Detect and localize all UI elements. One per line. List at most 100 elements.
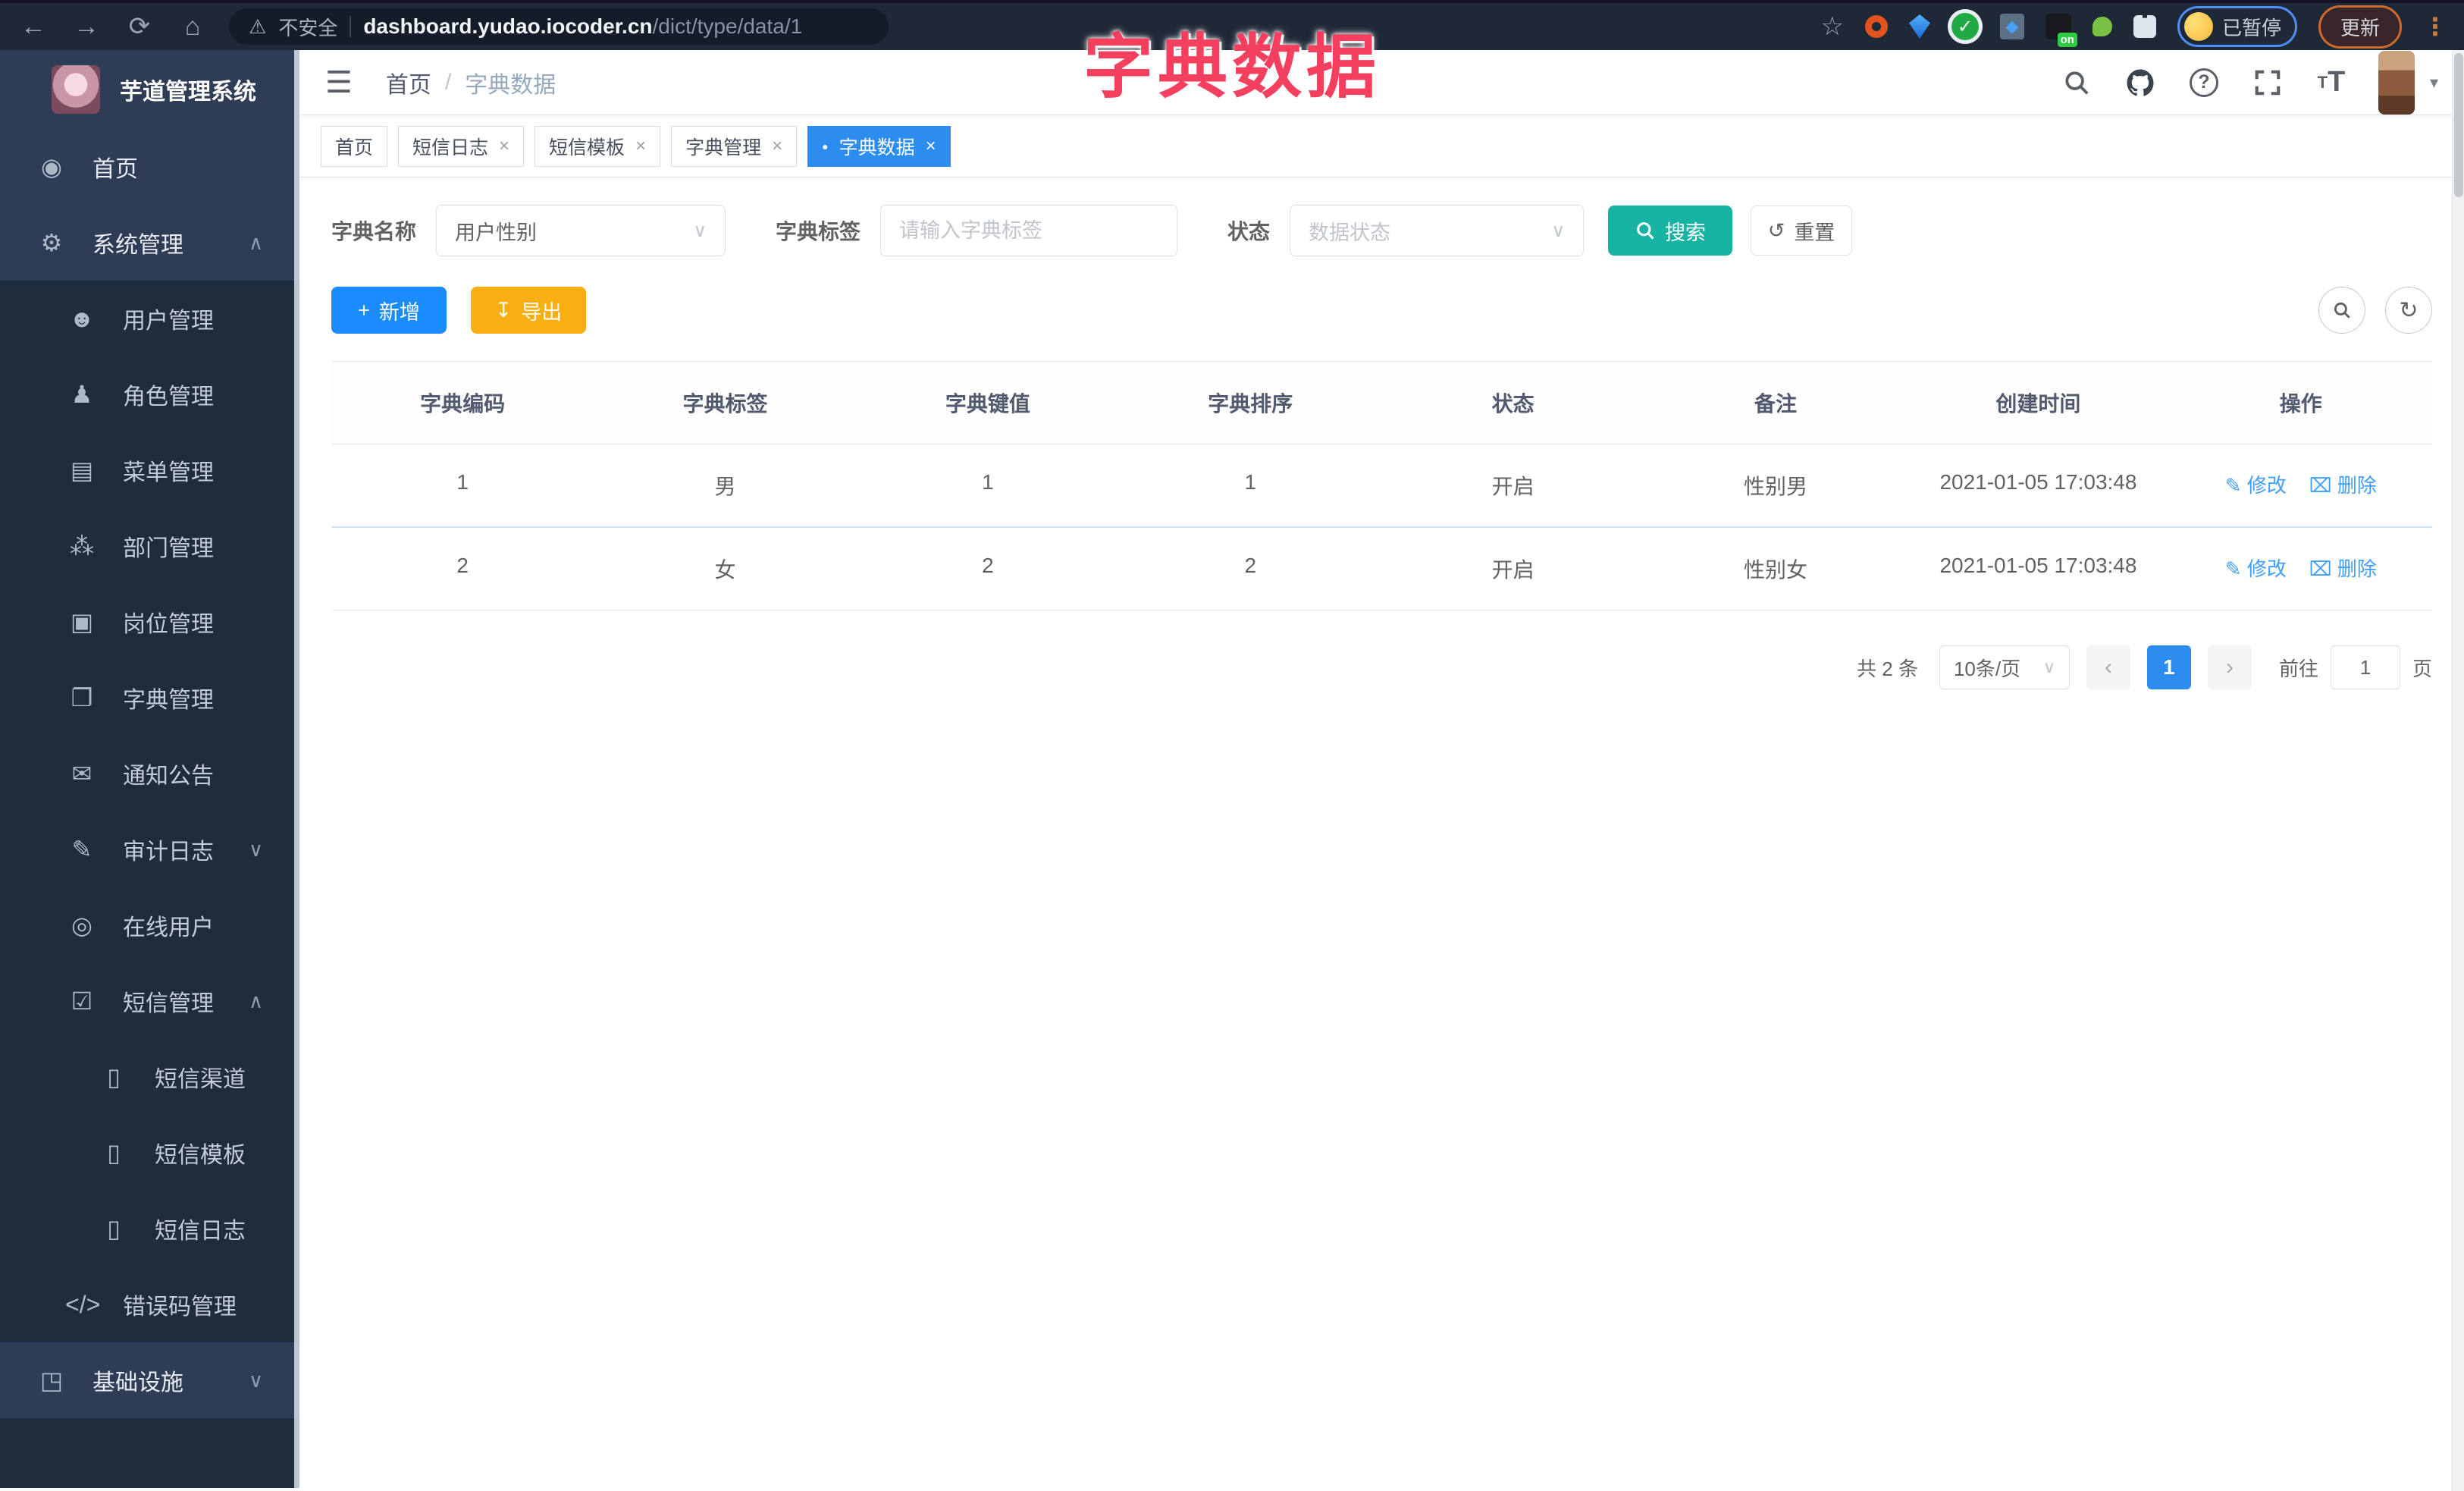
- github-icon[interactable]: [2124, 66, 2157, 99]
- sidebar-item-error-codes[interactable]: </> 错误码管理: [0, 1267, 299, 1342]
- close-icon[interactable]: ×: [635, 136, 646, 157]
- profile-paused-chip[interactable]: 已暂停: [2177, 6, 2297, 47]
- col-header: 字典排序: [1119, 362, 1382, 444]
- extension-blue-gem-icon[interactable]: [1908, 14, 1930, 39]
- reset-button[interactable]: ↺ 重置: [1751, 206, 1853, 256]
- dict-name-select[interactable]: 用户性别 ∨: [436, 205, 726, 256]
- scrollbar-thumb[interactable]: [2454, 53, 2463, 197]
- avatar-caret-icon[interactable]: ▾: [2430, 73, 2438, 93]
- phone-icon: ▯: [107, 1215, 121, 1242]
- logo-row[interactable]: 芋道管理系统: [0, 50, 299, 129]
- delete-link[interactable]: ⌧ 删除: [2309, 474, 2377, 497]
- close-icon[interactable]: ×: [926, 136, 936, 157]
- page-size-select[interactable]: 10条/页 ∨: [1939, 645, 2070, 689]
- fullscreen-icon[interactable]: [2251, 66, 2284, 99]
- browser-back-icon[interactable]: ←: [17, 12, 50, 42]
- col-header: 字典编码: [331, 362, 594, 444]
- refresh-button[interactable]: ↻: [2385, 287, 2432, 334]
- font-size-icon[interactable]: TT: [2315, 66, 2348, 99]
- search-icon[interactable]: [2060, 66, 2093, 99]
- delete-link[interactable]: ⌧ 删除: [2309, 557, 2377, 580]
- user-avatar[interactable]: [2378, 50, 2415, 115]
- sidebar-item-sms[interactable]: ☑ 短信管理 ∧: [0, 963, 299, 1039]
- tab-dict-data[interactable]: ● 字典数据 ×: [807, 125, 951, 167]
- sidebar-item-roles[interactable]: ♟ 角色管理: [0, 356, 299, 432]
- page-content: 字典名称 用户性别 ∨ 字典标签 状态 数据状态 ∨ 搜索: [299, 177, 2464, 714]
- status-select[interactable]: 数据状态 ∨: [1290, 205, 1585, 256]
- extensions-row: ☆ ✓ ◆ on 已暂停 更新 ⋮: [1820, 5, 2447, 49]
- address-bar[interactable]: ⚠ 不安全 dashboard.yudao.iocoder.cn/dict/ty…: [229, 8, 889, 45]
- sidebar-item-home[interactable]: ◉ 首页: [0, 129, 299, 205]
- sidebar-item-label: 字典管理: [123, 688, 214, 713]
- sidebar-item-audit-log[interactable]: ✎ 审计日志 ∨: [0, 811, 299, 887]
- prev-page-button[interactable]: ‹: [2086, 645, 2130, 689]
- cell-remark: 性别男: [1744, 475, 1808, 498]
- sidebar-item-departments[interactable]: ⁂ 部门管理: [0, 508, 299, 584]
- toggle-search-button[interactable]: [2318, 287, 2365, 334]
- dict-label-label: 字典标签: [776, 220, 861, 243]
- sidebar-item-positions[interactable]: ▣ 岗位管理: [0, 584, 299, 660]
- sidebar-item-infrastructure[interactable]: ◳ 基础设施 ∨: [0, 1342, 299, 1418]
- tab-dict-manage[interactable]: 字典管理 ×: [671, 125, 798, 167]
- trash-icon: ⌧: [2309, 557, 2332, 580]
- sidebar-item-label: 菜单管理: [123, 460, 214, 485]
- extension-orange-icon[interactable]: [1864, 15, 1888, 38]
- browser-forward-icon[interactable]: →: [70, 12, 103, 42]
- extension-green-leaf-icon[interactable]: [2092, 17, 2112, 36]
- dict-label-input[interactable]: [899, 218, 1159, 243]
- book-icon: ❐: [71, 684, 93, 711]
- sidebar-item-online-users[interactable]: ◎ 在线用户: [0, 887, 299, 963]
- browser-menu-icon[interactable]: ⋮: [2423, 12, 2447, 41]
- tab-home[interactable]: 首页: [321, 125, 388, 167]
- sidebar-toggle-icon[interactable]: ☰: [325, 65, 353, 100]
- sidebar-scrollbar[interactable]: [294, 50, 299, 1488]
- phone-icon: ▯: [107, 1063, 121, 1091]
- sidebar-item-label: 错误码管理: [123, 1295, 237, 1320]
- edit-link[interactable]: ✎ 修改: [2225, 474, 2287, 497]
- chevron-down-icon: ∨: [1551, 220, 1566, 241]
- sidebar-item-system[interactable]: ⚙ 系统管理 ∧: [0, 205, 299, 281]
- download-icon: ↧: [494, 298, 513, 322]
- extension-green-check-icon[interactable]: ✓: [1951, 13, 1979, 40]
- monitor-icon: ◳: [39, 1367, 64, 1394]
- goto-page-input[interactable]: [2330, 645, 2400, 689]
- extension-dark-icon[interactable]: on: [2045, 14, 2077, 47]
- add-button[interactable]: + 新增: [331, 287, 447, 334]
- sidebar-item-label: 短信模板: [155, 1143, 246, 1168]
- tab-sms-log[interactable]: 短信日志 ×: [398, 125, 525, 167]
- sidebar: 芋道管理系统 ◉ 首页 ⚙ 系统管理 ∧ ☻ 用户管理 ♟ 角色管理 ▤ 菜单管…: [0, 50, 299, 1488]
- extension-stats-icon[interactable]: ◆: [1999, 14, 2024, 39]
- help-icon[interactable]: ?: [2187, 66, 2221, 99]
- sidebar-item-sms-channel[interactable]: ▯ 短信渠道: [0, 1039, 299, 1115]
- users-icon: ♟: [71, 381, 93, 408]
- export-button[interactable]: ↧ 导出: [471, 287, 586, 334]
- browser-update-button[interactable]: 更新: [2318, 5, 2402, 49]
- breadcrumb-home[interactable]: 首页: [386, 66, 431, 99]
- chevron-down-icon: ∨: [693, 220, 707, 241]
- sidebar-item-sms-template[interactable]: ▯ 短信模板: [0, 1115, 299, 1191]
- search-button[interactable]: 搜索: [1608, 206, 1733, 256]
- close-icon[interactable]: ×: [772, 136, 782, 157]
- sidebar-item-notices[interactable]: ✉ 通知公告: [0, 736, 299, 811]
- sidebar-item-dictionary[interactable]: ❐ 字典管理: [0, 660, 299, 736]
- cell-created: 2021-01-05 17:03:48: [1939, 554, 2137, 577]
- sidebar-item-label: 部门管理: [123, 536, 214, 561]
- sidebar-item-label: 岗位管理: [123, 612, 214, 637]
- on-badge: on: [2057, 33, 2077, 47]
- bookmark-star-icon[interactable]: ☆: [1820, 11, 1843, 42]
- page-1-button[interactable]: 1: [2146, 645, 2191, 689]
- window-scrollbar[interactable]: [2452, 50, 2464, 1491]
- next-page-button[interactable]: ›: [2207, 645, 2252, 689]
- edit-link[interactable]: ✎ 修改: [2225, 557, 2287, 580]
- edit-doc-icon: ✎: [71, 836, 92, 863]
- browser-home-icon[interactable]: ⌂: [176, 12, 209, 42]
- close-icon[interactable]: ×: [499, 136, 509, 157]
- extensions-puzzle-icon[interactable]: [2133, 15, 2156, 38]
- sidebar-item-users[interactable]: ☻ 用户管理: [0, 281, 299, 356]
- browser-reload-icon[interactable]: ⟳: [123, 11, 156, 42]
- tab-sms-template[interactable]: 短信模板 ×: [534, 125, 661, 167]
- sidebar-item-label: 短信日志: [155, 1219, 246, 1244]
- edit-icon: ✎: [2224, 557, 2242, 580]
- sidebar-item-menus[interactable]: ▤ 菜单管理: [0, 432, 299, 508]
- sidebar-item-sms-log[interactable]: ▯ 短信日志: [0, 1191, 299, 1267]
